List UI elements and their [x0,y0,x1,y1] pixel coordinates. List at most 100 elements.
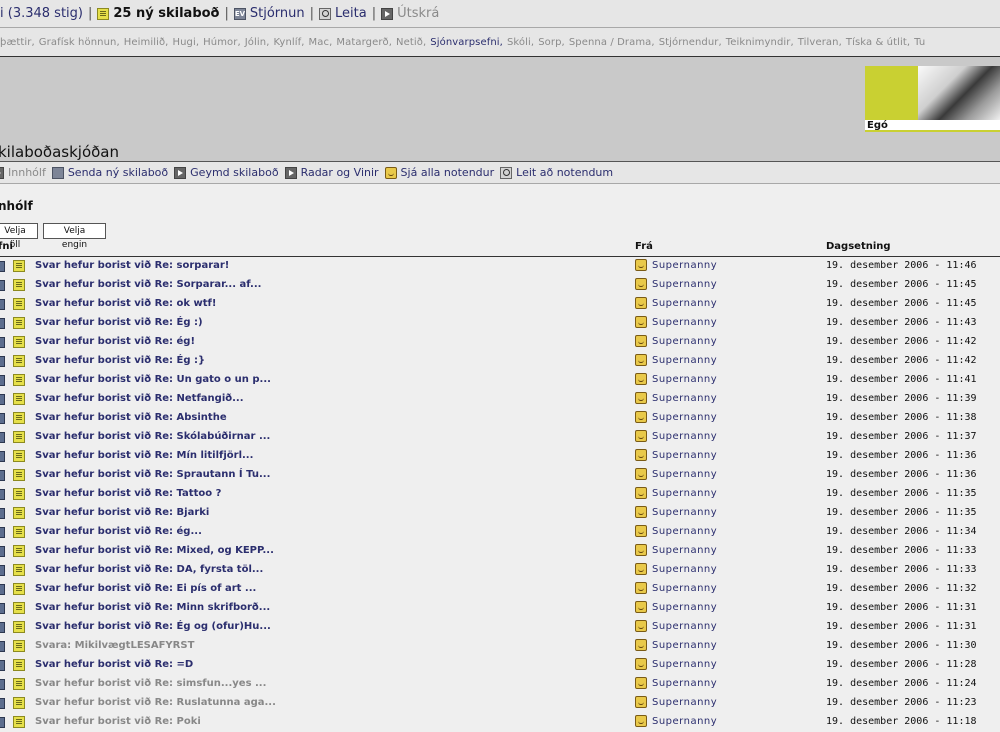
sender-name[interactable]: Supernanny [652,621,717,632]
category-link[interactable]: Tíska & útlit, [846,37,910,48]
category-link[interactable]: Sorp, [538,37,565,48]
row-checkbox[interactable] [0,603,5,614]
category-link[interactable]: Kynlíf, [274,37,305,48]
row-checkbox[interactable] [0,489,5,500]
message-subject[interactable]: Svar hefur borist við Re: =D [35,659,193,670]
message-sender[interactable]: Supernanny [635,449,717,461]
sender-name[interactable]: Supernanny [652,298,717,309]
sender-name[interactable]: Supernanny [652,488,717,499]
table-row[interactable]: Svar hefur borist við Re: Skólabúðirnar … [0,428,1000,447]
table-row[interactable]: Svar hefur borist við Re: Sorparar... af… [0,276,1000,295]
category-link[interactable]: Sjónvarpsefni, [430,37,503,48]
category-link[interactable]: Matargerð, [336,37,392,48]
message-subject[interactable]: Svar hefur borist við Re: Ég og (ofur)Hu… [35,621,271,632]
message-subject[interactable]: Svar hefur borist við Re: Mín litilfjörl… [35,450,253,461]
row-checkbox[interactable] [0,622,5,633]
message-sender[interactable]: Supernanny [635,392,717,404]
message-subject[interactable]: Svar hefur borist við Re: Mixed, og KEPP… [35,545,274,556]
sender-name[interactable]: Supernanny [652,716,717,727]
sender-name[interactable]: Supernanny [652,640,717,651]
table-row[interactable]: Svara: MikilvægtLESAFYRST Supernanny 19. d… [0,637,1000,656]
category-link[interactable]: Stjórnendur, [659,37,722,48]
sender-name[interactable]: Supernanny [652,583,717,594]
row-checkbox[interactable] [0,318,5,329]
row-checkbox[interactable] [0,280,5,291]
row-checkbox[interactable] [0,451,5,462]
table-row[interactable]: Svar hefur borist við Re: Ég og (ofur)Hu… [0,618,1000,637]
row-checkbox[interactable] [0,546,5,557]
message-sender[interactable]: Supernanny [635,677,717,689]
table-row[interactable]: Svar hefur borist við Re: sorparar! Super… [0,257,1000,276]
message-sender[interactable]: Supernanny [635,278,717,290]
table-row[interactable]: Svar hefur borist við Re: Ég :) Supernann… [0,314,1000,333]
table-row[interactable]: Svar hefur borist við Re: Netfangið... Su… [0,390,1000,409]
nav-saved[interactable]: Geymd skilaboð [174,166,279,179]
category-link[interactable]: Tu [914,37,925,48]
message-sender[interactable]: Supernanny [635,620,717,632]
category-link[interactable]: Grafísk hönnun, [39,37,120,48]
message-subject[interactable]: Svar hefur borist við Re: Skólabúðirnar … [35,431,270,442]
row-checkbox[interactable] [0,299,5,310]
message-sender[interactable]: Supernanny [635,259,717,271]
table-row[interactable]: Svar hefur borist við Re: Mixed, og KEPP… [0,542,1000,561]
message-sender[interactable]: Supernanny [635,525,717,537]
sender-name[interactable]: Supernanny [652,564,717,575]
message-subject[interactable]: Svar hefur borist við Re: Netfangið... [35,393,244,404]
table-row[interactable]: Svar hefur borist við Re: Poki Supernanny… [0,713,1000,732]
row-checkbox[interactable] [0,508,5,519]
nav-search-users[interactable]: Leit að notendum [500,166,613,179]
message-subject[interactable]: Svar hefur borist við Re: Bjarki [35,507,209,518]
row-checkbox[interactable] [0,527,5,538]
message-sender[interactable]: Supernanny [635,335,717,347]
message-subject[interactable]: Svar hefur borist við Re: Ég :} [35,355,205,366]
table-row[interactable]: Svar hefur borist við Re: Absinthe Supern… [0,409,1000,428]
table-row[interactable]: Svar hefur borist við Re: Un gato o un p… [0,371,1000,390]
message-sender[interactable]: Supernanny [635,658,717,670]
nav-inbox[interactable]: Innhólf [0,166,46,179]
message-subject[interactable]: Svara: MikilvægtLESAFYRST [35,640,194,651]
category-link[interactable]: Jólin, [245,37,270,48]
message-subject[interactable]: Svar hefur borist við Re: sorparar! [35,260,229,271]
sender-name[interactable]: Supernanny [652,412,717,423]
row-checkbox[interactable] [0,413,5,424]
message-subject[interactable]: Svar hefur borist við Re: ok wtf! [35,298,216,309]
table-row[interactable]: Svar hefur borist við Re: Ég :} Supernann… [0,352,1000,371]
sender-name[interactable]: Supernanny [652,602,717,613]
sender-name[interactable]: Supernanny [652,374,717,385]
message-sender[interactable]: Supernanny [635,487,717,499]
nav-send[interactable]: Senda ný skilaboð [51,166,168,179]
sender-name[interactable]: Supernanny [652,659,717,670]
message-sender[interactable]: Supernanny [635,468,717,480]
category-link[interactable]: Netið, [396,37,426,48]
category-link[interactable]: Hugi, [172,37,199,48]
message-subject[interactable]: Svar hefur borist við Re: ég! [35,336,195,347]
row-checkbox[interactable] [0,565,5,576]
row-checkbox[interactable] [0,432,5,443]
table-row[interactable]: Svar hefur borist við Re: DA, fyrsta töl… [0,561,1000,580]
message-sender[interactable]: Supernanny [635,297,717,309]
table-row[interactable]: Svar hefur borist við Re: ég... Supernann… [0,523,1000,542]
message-sender[interactable]: Supernanny [635,544,717,556]
sender-name[interactable]: Supernanny [652,336,717,347]
message-sender[interactable]: Supernanny [635,411,717,423]
sender-name[interactable]: Supernanny [652,393,717,404]
message-subject[interactable]: Svar hefur borist við Re: Minn skrifborð… [35,602,270,613]
message-sender[interactable]: Supernanny [635,715,717,727]
sender-name[interactable]: Supernanny [652,678,717,689]
message-sender[interactable]: Supernanny [635,563,717,575]
table-row[interactable]: Svar hefur borist við Re: Mín litilfjörl… [0,447,1000,466]
nav-radar[interactable]: Radar og Vinir [284,166,379,179]
col-date[interactable]: Dagsetning [826,241,891,252]
ego-label[interactable]: Egó [865,120,1000,132]
ego-widget[interactable]: Egó [865,66,1000,134]
table-row[interactable]: Svar hefur borist við Re: Minn skrifborð… [0,599,1000,618]
category-link[interactable]: þættir, [0,37,35,48]
sender-name[interactable]: Supernanny [652,526,717,537]
message-subject[interactable]: Svar hefur borist við Re: Ruslatunna aga… [35,697,276,708]
sender-name[interactable]: Supernanny [652,450,717,461]
message-sender[interactable]: Supernanny [635,430,717,442]
table-row[interactable]: Svar hefur borist við Re: =D Supernanny 19… [0,656,1000,675]
message-subject[interactable]: Svar hefur borist við Re: Poki [35,716,201,727]
col-from[interactable]: Frá [635,241,653,252]
sender-name[interactable]: Supernanny [652,355,717,366]
